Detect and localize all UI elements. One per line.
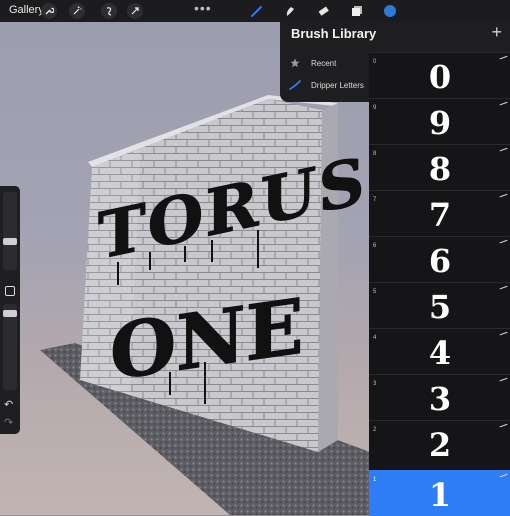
brush-preview: 2 (428, 426, 452, 464)
brush-stroke-preview (499, 285, 509, 293)
brush-item-4[interactable]: 4 4 (369, 328, 510, 374)
brush-number: 8 (373, 151, 377, 157)
brush-preview: 4 (428, 334, 452, 372)
brush-stroke-preview (499, 423, 509, 431)
left-sidebar: ↶ ↷ (0, 186, 20, 434)
redo-icon[interactable]: ↷ (4, 416, 13, 429)
brush-number: 2 (373, 427, 377, 433)
brush-stroke-icon (288, 79, 302, 91)
brush-stroke-preview (499, 473, 509, 481)
category-label: Dripper Letters (311, 80, 364, 90)
brush-item-5[interactable]: 5 5 (369, 282, 510, 328)
brush-stroke-preview (499, 101, 509, 109)
wrench-icon[interactable] (41, 3, 57, 19)
brush-preview: 0 (428, 58, 452, 96)
brush-list: 0 0 9 9 8 8 7 7 6 6 5 5 4 4 3 3 2 2 1 1 (369, 52, 510, 516)
brush-preview: 6 (428, 242, 452, 280)
layers-icon[interactable] (348, 3, 366, 19)
brush-stroke-preview (499, 147, 509, 155)
undo-icon[interactable]: ↶ (4, 398, 13, 411)
brush-item-6[interactable]: 6 6 (369, 236, 510, 282)
magic-wand-icon[interactable] (69, 3, 85, 19)
brush-size-slider[interactable] (3, 192, 17, 270)
brush-item-0[interactable]: 0 0 (369, 52, 510, 98)
star-icon (288, 57, 302, 69)
brush-number: 7 (373, 197, 377, 203)
category-label: Recent (311, 58, 337, 68)
eraser-icon[interactable] (314, 3, 332, 19)
modify-button[interactable] (5, 286, 15, 296)
brush-stroke-preview (499, 377, 509, 385)
brush-number: 4 (373, 335, 377, 341)
brush-item-8[interactable]: 8 8 (369, 144, 510, 190)
brush-size-knob[interactable] (3, 238, 17, 245)
brush-category-list: Recent Dripper Letters (280, 52, 370, 96)
add-brush-button[interactable]: + (491, 22, 502, 43)
more-actions-button[interactable]: ••• (194, 0, 212, 16)
brush-stroke-preview (499, 55, 509, 63)
brush-number: 0 (373, 59, 377, 65)
smudge-icon[interactable] (281, 3, 299, 19)
category-dripper-letters[interactable]: Dripper Letters (280, 74, 370, 96)
category-recent[interactable]: Recent (280, 52, 370, 74)
brush-stroke-preview (499, 331, 509, 339)
brush-number: 9 (373, 105, 377, 111)
brush-preview: 3 (428, 380, 452, 418)
transform-icon[interactable] (127, 3, 143, 19)
brush-preview: 9 (428, 104, 452, 142)
gallery-button[interactable]: Gallery (9, 4, 44, 16)
opacity-slider[interactable] (3, 304, 17, 390)
brush-item-3[interactable]: 3 3 (369, 374, 510, 420)
top-toolbar: Gallery ••• (0, 0, 510, 22)
brush-stroke-preview (499, 239, 509, 247)
brush-item-2[interactable]: 2 2 (369, 420, 510, 466)
opacity-knob[interactable] (3, 310, 17, 317)
brush-preview: 5 (428, 288, 452, 326)
brush-number: 1 (373, 477, 377, 483)
color-icon[interactable] (381, 3, 399, 19)
brush-preview: 8 (428, 150, 452, 188)
brush-number: 3 (373, 381, 377, 387)
brush-number: 6 (373, 243, 377, 249)
panel-title: Brush Library (291, 26, 377, 41)
brush-item-1[interactable]: 1 1 (369, 470, 510, 516)
brush-preview: 1 (428, 476, 452, 514)
brush-item-7[interactable]: 7 7 (369, 190, 510, 236)
selection-icon[interactable] (101, 3, 117, 19)
brush-preview: 7 (428, 196, 452, 234)
brush-stroke-preview (499, 193, 509, 201)
brush-icon[interactable] (248, 3, 266, 19)
brush-item-9[interactable]: 9 9 (369, 98, 510, 144)
brush-number: 5 (373, 289, 377, 295)
